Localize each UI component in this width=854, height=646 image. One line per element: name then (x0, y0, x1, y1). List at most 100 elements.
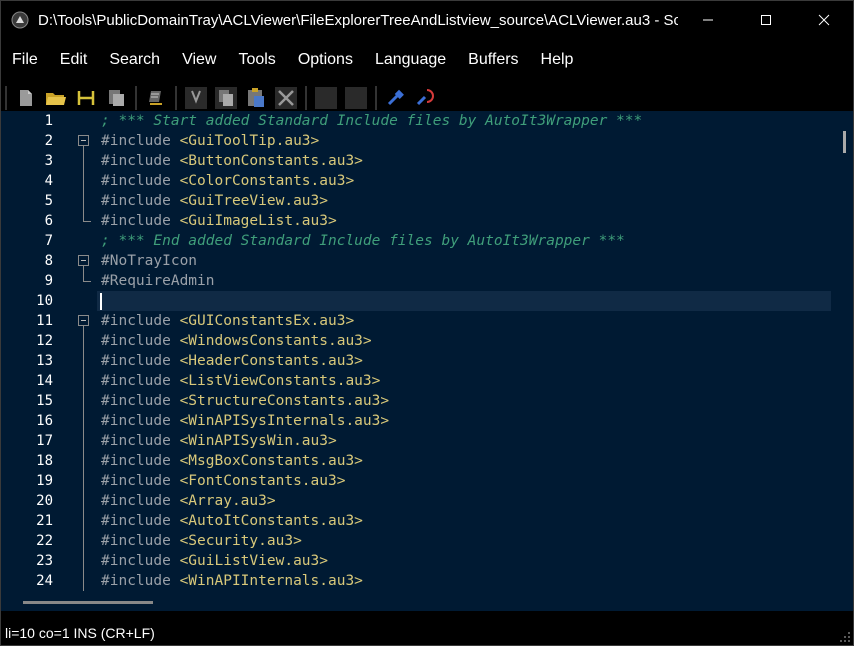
scite-window: D:\Tools\PublicDomainTray\ACLViewer\File… (0, 0, 854, 646)
copy-icon[interactable] (213, 85, 239, 111)
code-line[interactable]: #include <FontConstants.au3> (101, 471, 345, 491)
cut-icon[interactable] (183, 85, 209, 111)
line-number: 16 (36, 413, 53, 429)
compile-icon[interactable] (383, 85, 409, 111)
code-line[interactable]: #include <GuiListView.au3> (101, 551, 328, 571)
save-icon[interactable] (73, 85, 99, 111)
fold-end (83, 221, 91, 222)
code-line[interactable]: ; *** Start added Standard Include files… (101, 111, 642, 131)
code-token-include: <WinAPISysWin.au3> (179, 433, 337, 449)
code-token-directive: #include (101, 173, 180, 189)
menu-view[interactable]: View (171, 47, 227, 73)
code-token-include: <HeaderConstants.au3> (179, 353, 363, 369)
code-line[interactable]: #include <StructureConstants.au3> (101, 391, 389, 411)
code-token-include: <GuiTreeView.au3> (179, 193, 328, 209)
code-token-directive: #include (101, 153, 180, 169)
line-number: 2 (44, 133, 53, 149)
line-number: 13 (36, 353, 53, 369)
code-line[interactable]: #include <ListViewConstants.au3> (101, 371, 380, 391)
code-line[interactable]: #include <ButtonConstants.au3> (101, 151, 363, 171)
fold-line (83, 266, 84, 281)
code-line[interactable]: #include <AutoItConstants.au3> (101, 511, 363, 531)
fold-line (83, 146, 84, 221)
new-file-icon[interactable] (13, 85, 39, 111)
close-button[interactable] (795, 1, 853, 39)
fold-toggle-icon[interactable] (78, 315, 89, 326)
current-line-highlight (97, 291, 831, 311)
line-number: 7 (44, 233, 53, 249)
line-number: 4 (44, 173, 53, 189)
menu-edit[interactable]: Edit (49, 47, 99, 73)
code-token-include: <WinAPIInternals.au3> (179, 573, 363, 589)
title-bar[interactable]: D:\Tools\PublicDomainTray\ACLViewer\File… (1, 1, 853, 39)
code-line[interactable]: #include <HeaderConstants.au3> (101, 351, 363, 371)
scite-app-icon[interactable] (10, 10, 30, 30)
line-number-margin: 1 2 3 4 5 6 7 8 9 10 11 12 13 14 15 16 17 18 19 20 21 22 23 24 (1, 111, 61, 601)
maximize-button[interactable] (737, 1, 795, 39)
print-icon[interactable] (143, 85, 169, 111)
line-number: 3 (44, 153, 53, 169)
run-icon[interactable] (413, 85, 439, 111)
code-line[interactable]: #include <MsgBoxConstants.au3> (101, 451, 363, 471)
code-token-directive: #include (101, 473, 180, 489)
redo-icon[interactable] (343, 85, 369, 111)
code-line[interactable]: #include <WinAPISysInternals.au3> (101, 411, 389, 431)
code-token-include: <MsgBoxConstants.au3> (179, 453, 363, 469)
fold-toggle-icon[interactable] (78, 135, 89, 146)
code-line[interactable]: #RequireAdmin (101, 271, 215, 291)
toolbar (1, 83, 853, 113)
code-line[interactable]: #include <GUIConstantsEx.au3> (101, 311, 354, 331)
code-line[interactable]: #include <GuiImageList.au3> (101, 211, 337, 231)
menu-search[interactable]: Search (98, 47, 171, 73)
menu-buffers[interactable]: Buffers (457, 47, 529, 73)
line-number: 11 (36, 313, 53, 329)
vertical-scrollbar-thumb[interactable] (843, 131, 846, 153)
menu-tools[interactable]: Tools (227, 47, 286, 73)
code-token-directive: #include (101, 333, 180, 349)
code-token-directive: #include (101, 533, 180, 549)
paste-icon[interactable] (243, 85, 269, 111)
save-as-icon[interactable] (103, 85, 129, 111)
resize-grip-icon[interactable] (839, 631, 851, 643)
line-number: 19 (36, 473, 53, 489)
menu-options[interactable]: Options (287, 47, 364, 73)
code-token-directive: #include (101, 373, 180, 389)
text-caret (100, 293, 102, 310)
window-title: D:\Tools\PublicDomainTray\ACLViewer\File… (38, 11, 678, 29)
code-line[interactable]: #include <WinAPIInternals.au3> (101, 571, 363, 591)
code-line[interactable]: ; *** End added Standard Include files b… (101, 231, 625, 251)
code-token-include: <GuiListView.au3> (179, 553, 328, 569)
line-number: 23 (36, 553, 53, 569)
menu-file[interactable]: File (1, 47, 49, 73)
code-line[interactable]: #NoTrayIcon (101, 251, 197, 271)
code-line[interactable]: #include <WinAPISysWin.au3> (101, 431, 337, 451)
menu-help[interactable]: Help (530, 47, 585, 73)
menu-language[interactable]: Language (364, 47, 457, 73)
line-number: 15 (36, 393, 53, 409)
code-token-directive: #include (101, 493, 180, 509)
horizontal-scrollbar-thumb[interactable] (23, 601, 153, 604)
code-line[interactable]: #include <GuiToolTip.au3> (101, 131, 319, 151)
code-editor[interactable]: 1 2 3 4 5 6 7 8 9 10 11 12 13 14 15 16 17 18 19 20 21 22 23 24 … (1, 111, 853, 611)
code-line[interactable]: #include <Array.au3> (101, 491, 276, 511)
minimize-button[interactable] (679, 1, 737, 39)
code-token-directive: #include (101, 353, 180, 369)
code-token-directive: #include (101, 213, 180, 229)
toolbar-separator (5, 86, 7, 110)
code-token-directive: #NoTrayIcon (101, 253, 198, 269)
code-token-directive: #RequireAdmin (101, 273, 215, 289)
code-line[interactable]: #include <WindowsConstants.au3> (101, 331, 372, 351)
fold-end (83, 281, 91, 282)
undo-icon[interactable] (313, 85, 339, 111)
delete-icon[interactable] (273, 85, 299, 111)
code-token-include: <WindowsConstants.au3> (179, 333, 372, 349)
open-folder-icon[interactable] (43, 85, 69, 111)
code-line[interactable]: #include <ColorConstants.au3> (101, 171, 354, 191)
code-line[interactable]: #include <Security.au3> (101, 531, 302, 551)
code-line[interactable]: #include <GuiTreeView.au3> (101, 191, 328, 211)
status-text: li=10 co=1 INS (CR+LF) (5, 625, 155, 641)
code-token-directive: #include (101, 513, 180, 529)
toolbar-separator (175, 86, 177, 110)
fold-toggle-icon[interactable] (78, 255, 89, 266)
fold-margin[interactable] (61, 111, 93, 601)
